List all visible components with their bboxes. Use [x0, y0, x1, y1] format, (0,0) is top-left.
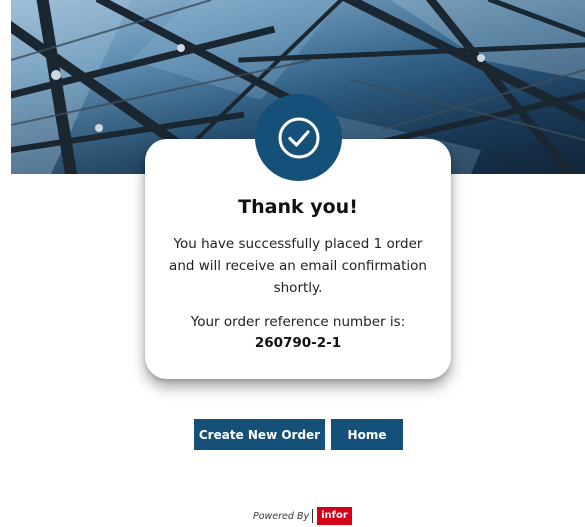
home-button[interactable]: Home — [331, 419, 403, 450]
create-new-order-button[interactable]: Create New Order — [194, 419, 325, 450]
powered-by-footer: Powered By infor — [253, 507, 352, 525]
check-icon — [278, 117, 319, 158]
order-confirmation-page: Thank you! You have successfully placed … — [0, 0, 585, 527]
check-circle-icon — [255, 94, 342, 181]
order-reference-number: 260790-2-1 — [254, 335, 342, 351]
infor-logo[interactable]: infor — [317, 507, 352, 525]
divider — [312, 509, 314, 523]
confirmation-title: Thank you! — [238, 196, 358, 218]
confirmation-message: You have successfully placed 1 order and… — [169, 236, 427, 296]
order-reference-label: Your order reference number is: — [190, 314, 406, 330]
powered-by-label: Powered By — [253, 510, 310, 522]
